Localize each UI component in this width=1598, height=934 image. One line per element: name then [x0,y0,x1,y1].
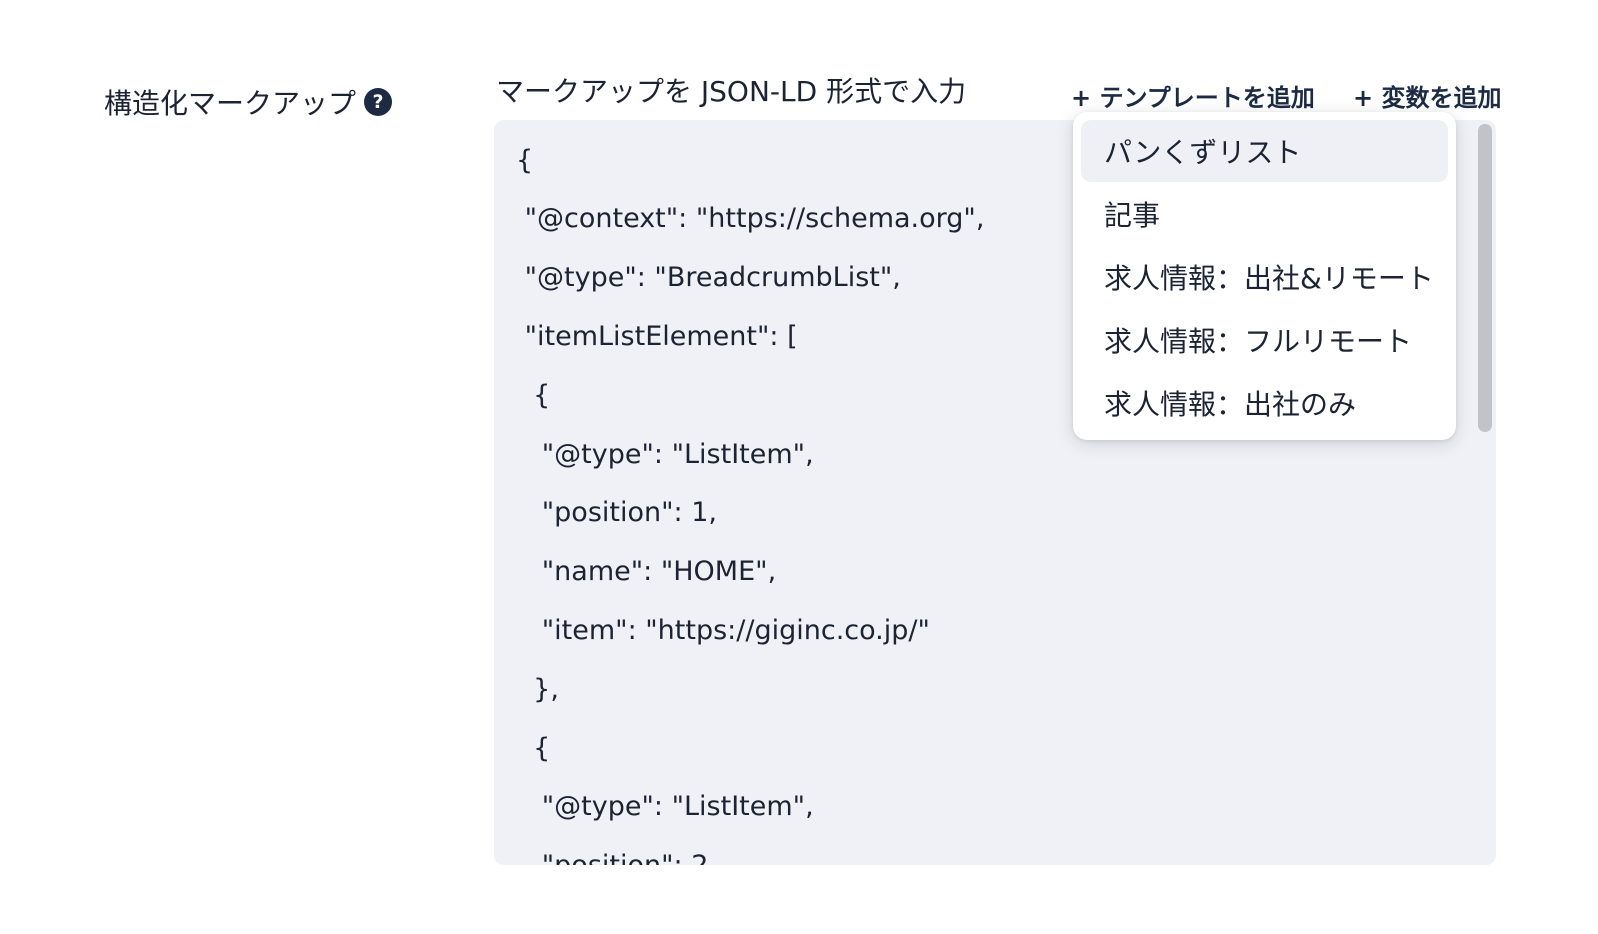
code-line: "@type": "ListItem", [516,439,814,470]
code-line: "itemListElement": [ [516,321,798,352]
template-dropdown-menu: パンくずリスト 記事 求人情報：出社&リモート 求人情報：フルリモート 求人情報… [1073,112,1456,440]
code-line: { [516,380,551,411]
code-line: }, [516,674,559,705]
field-label-text: 構造化マークアップ [104,87,357,120]
template-option-breadcrumb-list[interactable]: パンくずリスト [1081,120,1448,182]
structured-markup-settings: 構造化マークアップ ? マークアップを JSON-LD 形式で入力 + テンプレ… [0,0,1598,934]
code-line: "name": "HOME", [516,556,777,587]
template-option-job-full-remote[interactable]: 求人情報：フルリモート [1081,309,1448,371]
add-template-button[interactable]: + テンプレートを追加 [1071,78,1315,113]
add-variable-button[interactable]: + 変数を追加 [1353,78,1501,113]
structured-markup-field-label: 構造化マークアップ ? [104,82,393,122]
code-line: "position": 2, [516,850,717,865]
code-line: { [516,145,534,176]
code-line: { [516,733,551,764]
code-line: "@type": "ListItem", [516,791,814,822]
code-line: "position": 1, [516,497,717,528]
code-line: "@context": "https://schema.org", [516,203,985,234]
help-icon[interactable]: ? [364,88,393,116]
template-option-job-onsite[interactable]: 求人情報：出社のみ [1081,372,1448,434]
template-option-article[interactable]: 記事 [1081,183,1448,245]
code-line: "@type": "BreadcrumbList", [516,262,901,293]
template-option-job-hybrid[interactable]: 求人情報：出社&リモート [1081,246,1448,308]
json-ld-input-label: マークアップを JSON-LD 形式で入力 [496,75,967,108]
code-line: "item": "https://giginc.co.jp/" [516,615,930,646]
editor-scrollbar[interactable] [1478,124,1492,432]
